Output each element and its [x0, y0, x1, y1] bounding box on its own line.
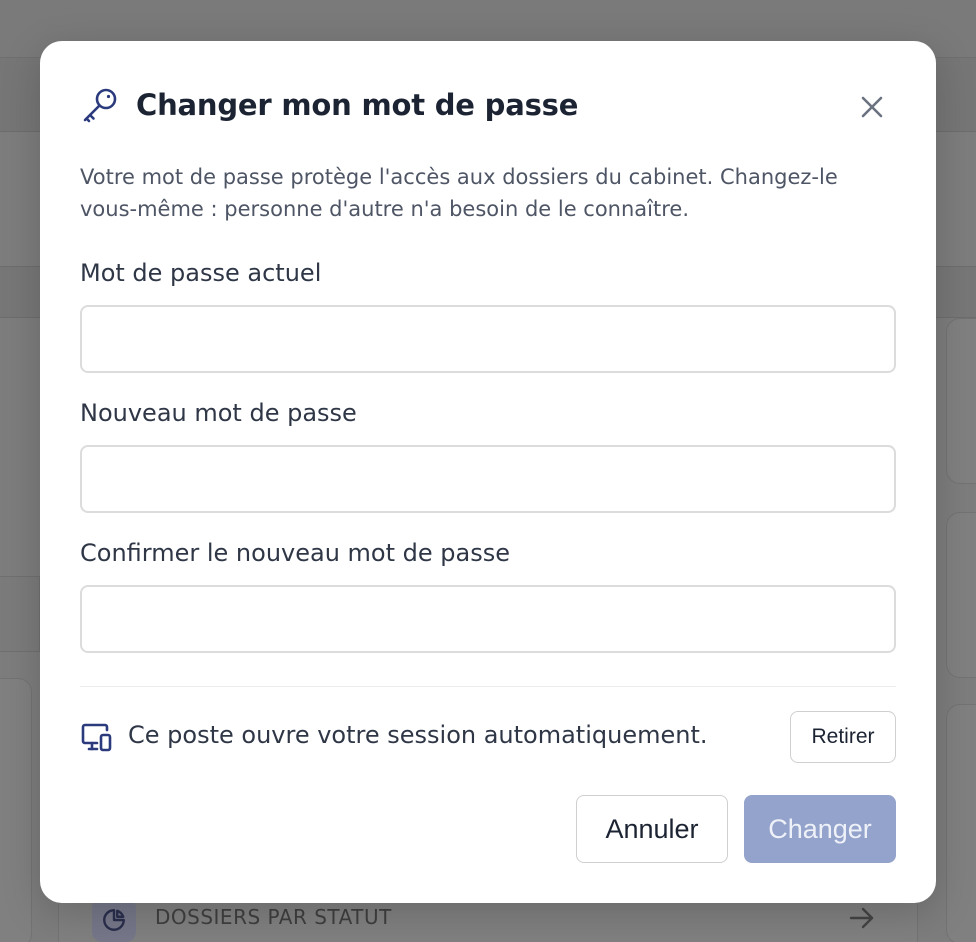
divider: [80, 686, 896, 687]
background-card: [946, 704, 976, 942]
devices-icon: [80, 721, 114, 753]
dialog-title: Changer mon mot de passe: [136, 88, 579, 122]
arrow-right-icon: [848, 905, 876, 935]
confirm-password-input[interactable]: [80, 585, 896, 653]
new-password-label: Nouveau mot de passe: [80, 399, 357, 427]
remove-auto-session-button[interactable]: Retirer: [790, 711, 896, 763]
background-card: [946, 512, 976, 678]
close-icon: [861, 96, 883, 118]
new-password-input[interactable]: [80, 445, 896, 513]
background-panel-title: DOSSIERS PAR STATUT: [155, 905, 392, 929]
auto-session-text: Ce poste ouvre votre session automatique…: [128, 721, 708, 749]
cancel-button[interactable]: Annuler: [576, 795, 728, 863]
close-button[interactable]: [852, 87, 892, 127]
dialog-header: Changer mon mot de passe: [80, 85, 578, 125]
dialog-intro-text: Votre mot de passe protège l'accès aux d…: [80, 165, 838, 221]
background-card: [946, 318, 976, 484]
background-card: [0, 678, 32, 942]
pie-chart-icon: [92, 898, 136, 942]
background-card: [0, 576, 40, 652]
current-password-input[interactable]: [80, 305, 896, 373]
auto-session-row: Ce poste ouvre votre session automatique…: [80, 711, 896, 763]
key-icon: [80, 85, 120, 125]
change-password-button[interactable]: Changer: [744, 795, 896, 863]
confirm-password-label: Confirmer le nouveau mot de passe: [80, 539, 510, 567]
current-password-label: Mot de passe actuel: [80, 259, 322, 287]
change-password-dialog: Changer mon mot de passe Votre mot de pa…: [40, 41, 936, 903]
